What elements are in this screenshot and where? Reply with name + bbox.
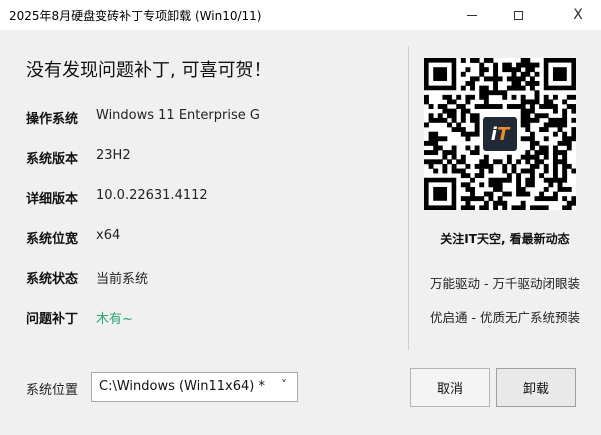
system-location-select[interactable]: C:\Windows (Win11x64) * ˅ (91, 372, 298, 402)
minimize-icon (467, 14, 477, 16)
info-label: 系统位宽 (26, 232, 79, 247)
info-value: 当前系统 (96, 272, 149, 287)
info-label: 操作系统 (26, 112, 79, 127)
patch-status-value: 木有~ (96, 312, 133, 327)
logo-letter-t: T (496, 123, 510, 145)
title-bar: 2025年8月硬盘变砖补丁专项卸载 (Win10/11) X (0, 0, 601, 30)
system-location-value: C:\Windows (Win11x64) * (99, 379, 265, 394)
vertical-divider (408, 46, 409, 350)
status-headline: 没有发现问题补丁, 可喜可贺！ (26, 60, 272, 81)
maximize-icon (513, 10, 523, 20)
promo-link-uqitong[interactable]: 优启通 - 优质无广系统预装 (409, 307, 601, 326)
uninstall-button[interactable]: 卸载 (496, 368, 576, 407)
close-icon: X (573, 7, 583, 23)
follow-text: 关注IT天空, 看最新动态 (440, 232, 570, 246)
itsk-logo-icon: iT (480, 114, 520, 154)
info-label: 系统状态 (26, 272, 79, 287)
info-value: x64 (96, 228, 121, 243)
qr-code: iT (424, 58, 576, 210)
promo-link-driver[interactable]: 万能驱动 - 万千驱动闭眼装 (409, 273, 601, 292)
minimize-button[interactable] (449, 0, 495, 30)
close-button[interactable]: X (555, 0, 601, 30)
window-title: 2025年8月硬盘变砖补丁专项卸载 (Win10/11) (9, 9, 262, 23)
info-value: Windows 11 Enterprise G (96, 108, 260, 123)
info-value: 23H2 (96, 148, 131, 163)
system-location-label: 系统位置 (26, 383, 79, 398)
chevron-down-icon: ˅ (281, 378, 287, 392)
cancel-button[interactable]: 取消 (410, 368, 490, 407)
maximize-button[interactable] (495, 0, 541, 30)
info-value: 10.0.22631.4112 (96, 188, 208, 203)
info-label: 问题补丁 (26, 312, 79, 327)
info-label: 系统版本 (26, 152, 79, 167)
info-label: 详细版本 (26, 192, 79, 207)
